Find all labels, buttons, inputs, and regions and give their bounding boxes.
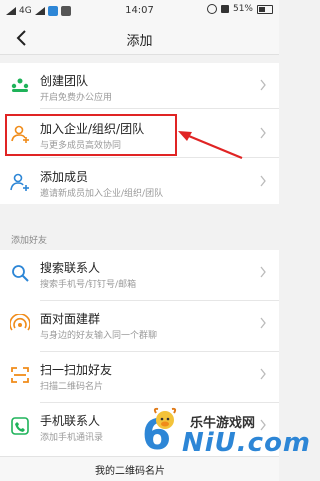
phone-contacts-title: 手机联系人	[40, 414, 101, 428]
battery-icon	[257, 4, 273, 14]
face-to-face-title: 面对面建群	[40, 312, 101, 326]
watermark: 6 乐牛游戏网 NiU.com	[142, 404, 310, 460]
chevron-right-icon	[260, 79, 266, 91]
cow-mascot-icon	[153, 407, 177, 429]
search-contact-subtitle: 搜索手机号/钉钉号/邮箱	[40, 280, 137, 290]
battery-percentage: 51%	[232, 4, 253, 14]
team-create-icon	[11, 78, 29, 92]
chevron-right-icon	[260, 368, 266, 380]
chevron-right-icon	[260, 175, 266, 187]
scan-friend-subtitle: 扫描二维码名片	[40, 382, 104, 392]
create-team-row[interactable]: 创建团队 开启免费办公应用	[0, 63, 279, 108]
navigation-bar: 添加	[0, 22, 279, 55]
chevron-right-icon	[260, 317, 266, 329]
status-bar: 4G 14:07 51%	[0, 0, 279, 22]
search-icon	[12, 265, 29, 282]
add-friends-section-label: 添加好友	[11, 236, 48, 246]
highlight-box	[5, 114, 177, 156]
face-to-face-icon	[10, 314, 30, 331]
annotation-arrow-icon	[178, 131, 243, 160]
face-to-face-row[interactable]: 面对面建群 与身边的好友输入同一个群聊	[0, 301, 279, 346]
phone-contacts-subtitle: 添加手机通讯录	[40, 433, 104, 443]
scan-icon	[11, 367, 29, 383]
create-team-title: 创建团队	[40, 74, 89, 88]
search-contact-title: 搜索联系人	[40, 261, 101, 275]
my-qr-card-label: 我的二维码名片	[95, 466, 165, 477]
chevron-right-icon	[260, 266, 266, 278]
chevron-right-icon	[260, 127, 266, 139]
add-member-row[interactable]: 添加成员 邀请新成员加入企业/组织/团队	[0, 159, 279, 204]
add-member-subtitle: 邀请新成员加入企业/组织/团队	[40, 189, 164, 199]
search-contact-row[interactable]: 搜索联系人 搜索手机号/钉钉号/邮箱	[0, 250, 279, 295]
add-member-icon	[10, 173, 29, 191]
scan-friend-title: 扫一扫加好友	[40, 363, 113, 377]
my-qr-card-bar[interactable]: 我的二维码名片	[0, 456, 279, 481]
face-to-face-subtitle: 与身边的好友输入同一个群聊	[40, 331, 158, 341]
watermark-url: NiU.com	[182, 428, 312, 458]
vibrate-icon	[220, 5, 229, 13]
scan-friend-row[interactable]: 扫一扫加好友 扫描二维码名片	[0, 352, 279, 397]
create-team-subtitle: 开启免费办公应用	[40, 93, 113, 103]
phone-contacts-icon	[11, 417, 29, 435]
page-title: 添加	[126, 34, 153, 49]
alarm-icon	[206, 4, 217, 14]
add-member-title: 添加成员	[40, 170, 89, 184]
